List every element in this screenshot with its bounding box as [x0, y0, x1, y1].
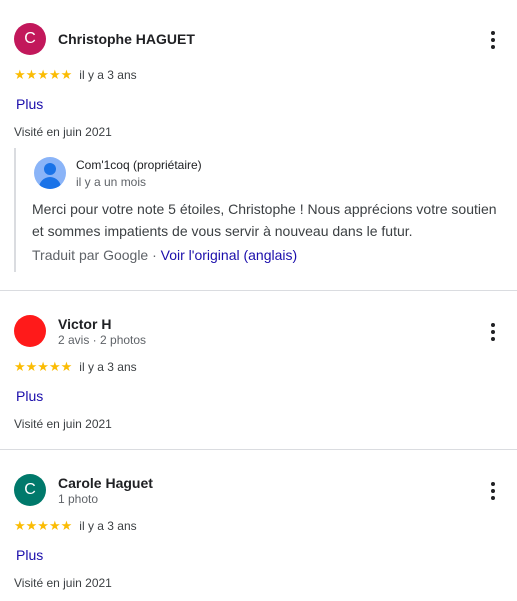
- visit-date: Visité en juin 2021: [14, 576, 112, 590]
- owner-name: Com'1coq (propriétaire): [76, 158, 202, 172]
- reviewer-stats: 1 photo: [58, 492, 99, 506]
- reviewer-name[interactable]: Christophe HAGUET: [58, 31, 195, 47]
- rating-row: ★★★★★ il y a 3 ans: [14, 518, 137, 534]
- owner-response-time: il y a un mois: [76, 175, 147, 189]
- avatar[interactable]: C: [14, 474, 46, 506]
- more-options-icon[interactable]: [483, 28, 503, 52]
- avatar[interactable]: C: [14, 23, 46, 55]
- more-options-icon[interactable]: [483, 320, 503, 344]
- reviewer-name[interactable]: Victor H: [58, 316, 111, 332]
- more-options-icon[interactable]: [483, 479, 503, 503]
- visit-date: Visité en juin 2021: [14, 125, 112, 139]
- owner-response-text: Merci pour votre note 5 étoiles, Christo…: [32, 201, 497, 239]
- more-button[interactable]: Plus: [16, 96, 43, 112]
- avatar[interactable]: [14, 315, 46, 347]
- review-card: C Christophe HAGUET ★★★★★ il y a 3 ans P…: [0, 0, 517, 290]
- review-time: il y a 3 ans: [79, 360, 137, 374]
- more-button[interactable]: Plus: [16, 547, 43, 563]
- reviewer-name[interactable]: Carole Haguet: [58, 475, 153, 491]
- star-rating-icon: ★★★★★: [14, 359, 73, 374]
- review-card: C Carole Haguet 1 photo ★★★★★ il y a 3 a…: [0, 449, 517, 601]
- review-card: Victor H 2 avis · 2 photos ★★★★★ il y a …: [0, 290, 517, 449]
- translation-note: Traduit par Google · Voir l'original (an…: [32, 247, 297, 263]
- rating-row: ★★★★★ il y a 3 ans: [14, 359, 137, 375]
- rating-row: ★★★★★ il y a 3 ans: [14, 67, 137, 83]
- more-button[interactable]: Plus: [16, 388, 43, 404]
- star-rating-icon: ★★★★★: [14, 67, 73, 82]
- review-time: il y a 3 ans: [79, 519, 137, 533]
- see-original-link[interactable]: Voir l'original (anglais): [161, 247, 298, 263]
- review-time: il y a 3 ans: [79, 68, 137, 82]
- translated-by-label: Traduit par Google ·: [32, 247, 157, 263]
- owner-avatar-icon: [34, 157, 66, 189]
- owner-response: Com'1coq (propriétaire) il y a un mois M…: [14, 148, 504, 272]
- star-rating-icon: ★★★★★: [14, 518, 73, 533]
- visit-date: Visité en juin 2021: [14, 417, 112, 431]
- reviewer-stats: 2 avis · 2 photos: [58, 333, 147, 347]
